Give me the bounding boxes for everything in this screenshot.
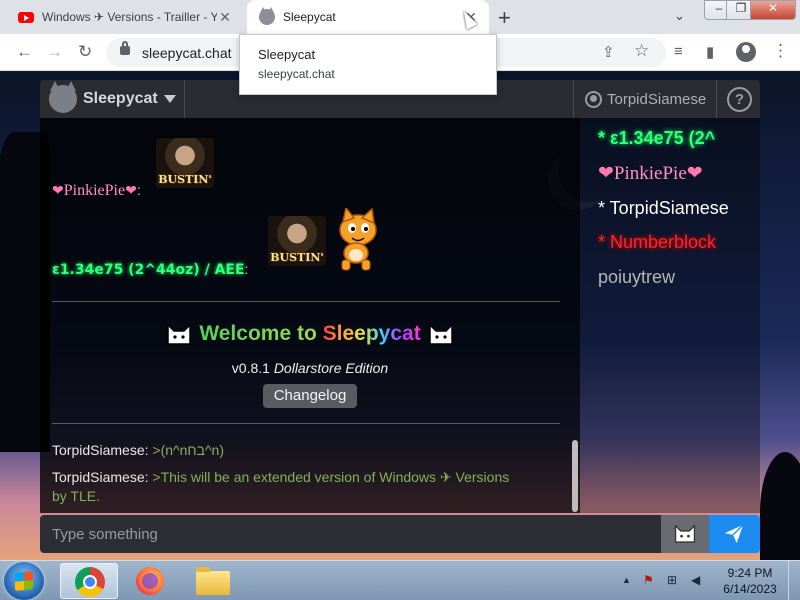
tab-title: Windows ✈ Versions - Trailler - Yo xyxy=(42,10,217,24)
caret-down-icon xyxy=(163,95,176,103)
tab-strip: Windows ✈ Versions - Trailler - Yo ✕ Sle… xyxy=(0,0,800,34)
heart-icon: ❤ xyxy=(686,163,703,184)
welcome-banner: Welcome to Sleepycat xyxy=(40,322,580,346)
forward-button[interactable]: → xyxy=(46,42,63,62)
chat-scrollbar[interactable] xyxy=(572,440,578,512)
message-input[interactable] xyxy=(40,515,661,553)
scratch-cat-sticker xyxy=(339,208,377,271)
volume-muted-icon[interactable]: ◀ xyxy=(691,573,700,587)
tab-hover-card: Sleepycat sleepycat.chat xyxy=(239,34,497,95)
room-switcher[interactable]: Sleepycat xyxy=(40,80,185,118)
tab-windows-versions[interactable]: Windows ✈ Versions - Trailler - Yo ✕ xyxy=(8,0,243,34)
online-user[interactable]: * ε1.34e75 (2^ xyxy=(598,128,715,149)
taskbar-firefox[interactable] xyxy=(122,563,180,599)
chrome-icon xyxy=(75,567,105,597)
cat-face-icon xyxy=(428,323,453,346)
bustin-sticker: BUSTIN' xyxy=(156,138,214,188)
side-panel-icon[interactable]: ▮ xyxy=(706,43,714,61)
version-number: v0.8.1 xyxy=(231,360,270,376)
firefox-icon xyxy=(136,567,164,595)
user-circle-icon xyxy=(585,90,602,108)
network-icon[interactable]: ⊞ xyxy=(667,573,677,587)
tab-sleepycat[interactable]: Sleepycat ✕ xyxy=(247,0,489,34)
sticker-caption: BUSTIN' xyxy=(270,251,324,264)
bustin-sticker: BUSTIN' xyxy=(268,216,326,266)
online-user[interactable]: poiuytrew xyxy=(598,267,675,288)
version-line: v0.8.1 Dollarstore Edition xyxy=(40,360,580,376)
online-user[interactable]: * TorpidSiamese xyxy=(598,198,729,219)
hover-card-url: sleepycat.chat xyxy=(258,67,335,81)
message-pinkiepie: ❤PinkiePie❤: xyxy=(52,182,141,200)
tab-search-button[interactable]: ⌄ xyxy=(674,8,685,24)
explorer-folder-icon xyxy=(196,567,230,595)
new-tab-button[interactable]: + xyxy=(498,5,511,31)
hover-card-title: Sleepycat xyxy=(258,47,316,62)
online-user[interactable]: ❤PinkiePie❤ xyxy=(598,162,703,185)
message-username: ε1.34e75 (2^44oz) / AEE xyxy=(52,262,245,278)
message-username: PinkiePie xyxy=(63,182,126,199)
chat-messages[interactable]: ❤PinkiePie❤: BUSTIN' ε1.34e75 (2^44oz) /… xyxy=(40,118,580,513)
changelog-button[interactable]: Changelog xyxy=(263,384,357,408)
welcome-text: Welcome to xyxy=(199,322,317,345)
profile-avatar-icon[interactable] xyxy=(736,42,756,62)
share-icon[interactable]: ⇪ xyxy=(602,43,615,61)
message-username: TorpidSiamese: xyxy=(52,469,149,485)
divider xyxy=(52,423,560,424)
sticker-caption: BUSTIN' xyxy=(158,173,212,186)
help-icon[interactable]: ? xyxy=(727,87,752,112)
message-username: TorpidSiamese: xyxy=(52,442,149,458)
heart-icon: ❤ xyxy=(598,163,614,184)
sleepycat-app: Sleepycat TorpidSiamese ? ❤PinkiePie❤: B… xyxy=(40,80,760,553)
divider xyxy=(52,301,560,302)
bookmark-star-icon[interactable]: ☆ xyxy=(634,41,649,61)
online-user-name: PinkiePie xyxy=(613,163,687,184)
chat-message: TorpidSiamese: >This will be an extended… xyxy=(52,468,522,506)
message-composer xyxy=(40,515,760,553)
show-desktop-button[interactable] xyxy=(788,561,800,600)
colon-separator: : xyxy=(244,261,249,277)
tab-close-icon[interactable]: ✕ xyxy=(217,9,233,26)
system-clock[interactable]: 9:24 PM 6/14/2023 xyxy=(718,565,782,597)
message-e134: ε1.34e75 (2^44oz) / AEE: xyxy=(52,261,248,278)
heart-icon: ❤ xyxy=(125,182,137,198)
sleepycat-logo-icon xyxy=(49,81,77,113)
paper-plane-icon xyxy=(724,524,744,544)
clock-date: 6/14/2023 xyxy=(723,582,777,596)
current-user-name: TorpidSiamese xyxy=(607,90,707,108)
heart-icon: ❤ xyxy=(52,182,64,198)
close-window-button[interactable]: ✕ xyxy=(750,0,796,20)
sleepycat-favicon xyxy=(259,7,275,25)
taskbar-explorer[interactable] xyxy=(184,563,242,599)
start-button[interactable] xyxy=(4,562,44,600)
welcome-app-name: Sleepycat xyxy=(322,322,421,345)
colon-separator: : xyxy=(136,182,141,198)
tab-title: Sleepycat xyxy=(283,10,336,24)
browser-menu-icon[interactable]: ⋮ xyxy=(772,41,789,61)
palm-silhouette xyxy=(760,452,800,560)
youtube-icon xyxy=(18,11,34,23)
back-button[interactable]: ← xyxy=(16,42,33,62)
tray-expand-icon[interactable]: ▲ xyxy=(622,575,631,585)
edition-name: Dollarstore Edition xyxy=(273,360,389,376)
online-users: * ε1.34e75 (2^ ❤PinkiePie❤ * TorpidSiame… xyxy=(580,118,760,513)
brand-name: Sleepycat xyxy=(83,90,158,107)
message-text: >(n^nבח^n) xyxy=(152,442,224,458)
reload-button[interactable]: ↻ xyxy=(78,42,92,62)
sticker-picker-button[interactable] xyxy=(661,515,709,553)
online-user[interactable]: * Numberblock xyxy=(598,232,716,253)
cat-face-icon xyxy=(674,524,696,543)
lock-icon[interactable] xyxy=(120,41,130,55)
url-text[interactable]: sleepycat.chat xyxy=(142,45,232,61)
windows-taskbar: ▲ ⚑ ⊞ ◀ 9:24 PM 6/14/2023 xyxy=(0,560,800,600)
action-center-flag-icon[interactable]: ⚑ xyxy=(643,573,654,587)
taskbar-chrome[interactable] xyxy=(60,563,118,599)
send-button[interactable] xyxy=(709,515,760,553)
clock-time: 9:24 PM xyxy=(727,566,773,580)
cat-face-icon xyxy=(167,323,192,346)
reading-list-icon[interactable]: ≡ xyxy=(674,43,683,60)
current-user-button[interactable]: TorpidSiamese xyxy=(573,80,717,118)
chat-message: TorpidSiamese: >(n^nבח^n) xyxy=(52,441,522,460)
